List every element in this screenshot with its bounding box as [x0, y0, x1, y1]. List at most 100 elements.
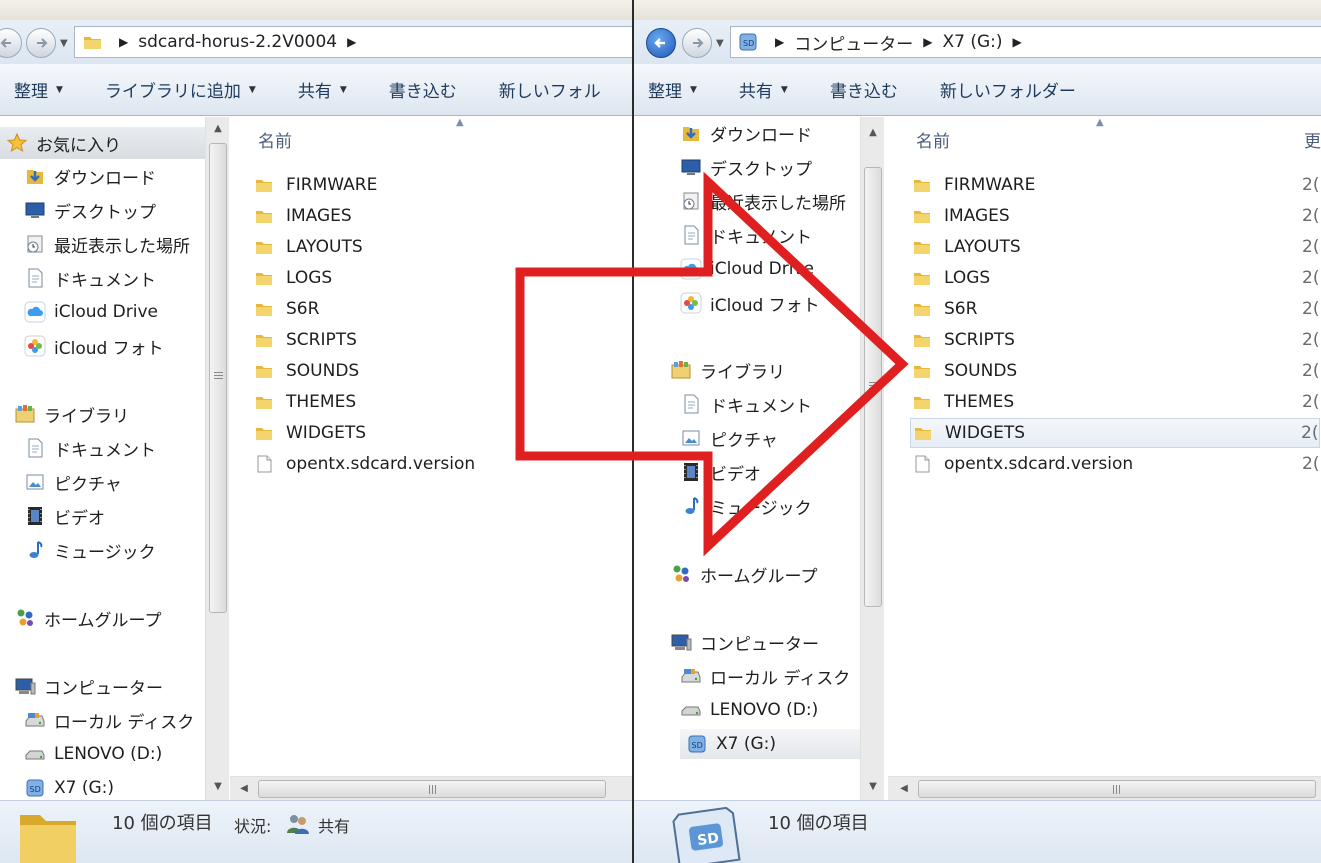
dropdown-caret-icon: ▼: [56, 84, 63, 95]
nav-favorites[interactable]: お気に入り: [0, 127, 205, 159]
nav-favorite-item[interactable]: ドキュメント: [680, 220, 812, 250]
toolbar-button[interactable]: 新しいフォルダー: [940, 77, 1076, 102]
nav-library-item[interactable]: ミュージック: [680, 491, 812, 521]
address-field[interactable]: ▶ sdcard-horus-2.2V0004 ▶: [74, 26, 632, 58]
recent-pages-dropdown[interactable]: ▼: [716, 38, 724, 49]
file-item[interactable]: opentx.sdcard.version: [254, 449, 475, 479]
nav-computer-item[interactable]: LENOVO (D:): [24, 739, 162, 769]
column-header-date[interactable]: 更: [1304, 127, 1321, 152]
toolbar-button-label: 整理: [648, 82, 682, 102]
scroll-down-arrow-icon[interactable]: ▼: [206, 777, 230, 797]
folder-item[interactable]: LOGS: [254, 263, 332, 293]
breadcrumb-item[interactable]: X7 (G:): [942, 32, 1002, 52]
scrollbar-thumb[interactable]: [918, 780, 1316, 798]
nav-computer[interactable]: コンピューター: [670, 627, 819, 657]
scrollbar-thumb[interactable]: [209, 143, 227, 613]
nav-library-item[interactable]: ミュージック: [24, 535, 156, 565]
breadcrumb-separator-icon[interactable]: ▶: [119, 35, 128, 49]
toolbar-button[interactable]: 整理 ▼: [648, 77, 697, 102]
nav-item-label: iCloud フォト: [710, 295, 820, 316]
nav-library-item[interactable]: ピクチャ: [680, 423, 778, 453]
nav-library-item[interactable]: ドキュメント: [24, 433, 156, 463]
folder-item[interactable]: SOUNDS 2(: [912, 356, 1319, 386]
folder-item[interactable]: FIRMWARE 2(: [912, 170, 1319, 200]
address-field[interactable]: SD ▶ コンピューター ▶ X7 (G:) ▶: [730, 26, 1321, 58]
folder-item[interactable]: THEMES: [254, 387, 356, 417]
nav-favorite-item[interactable]: iCloud フォト: [24, 331, 164, 361]
nav-favorite-item[interactable]: 最近表示した場所: [24, 229, 190, 259]
recent-pages-dropdown[interactable]: ▼: [60, 38, 68, 49]
file-list-horizontal-scrollbar[interactable]: ◀: [888, 776, 1321, 800]
nav-favorite-item[interactable]: iCloud Drive: [24, 297, 158, 327]
nav-computer-item[interactable]: LENOVO (D:): [680, 695, 818, 725]
breadcrumb-separator-icon[interactable]: ▶: [347, 35, 356, 49]
toolbar-button-label: ライブラリに追加: [104, 82, 241, 102]
nav-computer[interactable]: コンピューター: [14, 671, 163, 701]
breadcrumb-separator-icon[interactable]: ▶: [775, 35, 784, 49]
folder-item[interactable]: SCRIPTS 2(: [912, 325, 1319, 355]
nav-homegroup[interactable]: ホームグループ: [14, 603, 161, 633]
file-list-horizontal-scrollbar[interactable]: ◀: [230, 776, 632, 800]
nav-favorite-item[interactable]: iCloud Drive: [680, 254, 814, 284]
file-item[interactable]: opentx.sdcard.version 2(: [912, 449, 1319, 479]
column-header-name[interactable]: 名前: [916, 127, 950, 152]
breadcrumb-item[interactable]: sdcard-horus-2.2V0004: [138, 32, 337, 52]
folder-item[interactable]: WIDGETS 2(: [910, 418, 1320, 448]
nav-favorite-item[interactable]: ダウンロード: [24, 161, 156, 191]
scroll-left-arrow-icon[interactable]: ◀: [894, 777, 914, 801]
toolbar-button[interactable]: 共有 ▼: [739, 77, 788, 102]
scrollbar-thumb[interactable]: [864, 167, 882, 607]
nav-favorite-item[interactable]: iCloud フォト: [680, 288, 820, 318]
folder-item[interactable]: SCRIPTS: [254, 325, 357, 355]
nav-favorite-item[interactable]: デスクトップ: [24, 195, 156, 225]
nav-favorite-item[interactable]: デスクトップ: [680, 152, 812, 182]
nav-favorite-item[interactable]: ドキュメント: [24, 263, 156, 293]
toolbar-button[interactable]: 書き込む: [389, 77, 457, 102]
nav-favorite-item[interactable]: 最近表示した場所: [680, 186, 846, 216]
scroll-up-arrow-icon[interactable]: ▲: [206, 119, 230, 139]
nav-library-item[interactable]: ピクチャ: [24, 467, 122, 497]
nav-computer-item[interactable]: SD X7 (G:): [24, 773, 114, 800]
folder-item[interactable]: LOGS 2(: [912, 263, 1319, 293]
nav-libraries[interactable]: ライブラリ: [670, 355, 785, 385]
nav-computer-item[interactable]: ローカル ディスク: [24, 705, 194, 735]
back-button[interactable]: [646, 28, 676, 58]
nav-pane-vertical-scrollbar[interactable]: ▲ ▼: [205, 117, 229, 800]
toolbar-button[interactable]: 書き込む: [830, 77, 898, 102]
folder-item[interactable]: IMAGES: [254, 201, 352, 231]
nav-computer-item[interactable]: ローカル ディスク: [680, 661, 850, 691]
scroll-up-arrow-icon[interactable]: ▲: [861, 123, 885, 143]
folder-item[interactable]: S6R 2(: [912, 294, 1319, 324]
folder-item[interactable]: THEMES 2(: [912, 387, 1319, 417]
forward-button[interactable]: [26, 28, 56, 58]
nav-computer-item[interactable]: SD X7 (G:): [680, 729, 870, 759]
toolbar-button[interactable]: ライブラリに追加 ▼: [105, 77, 256, 102]
folder-item[interactable]: WIDGETS: [254, 418, 366, 448]
folder-item[interactable]: S6R: [254, 294, 319, 324]
nav-library-item[interactable]: ビデオ: [24, 501, 105, 531]
back-button[interactable]: [0, 28, 22, 58]
nav-libraries[interactable]: ライブラリ: [14, 399, 129, 429]
forward-button[interactable]: [682, 28, 712, 58]
toolbar-button[interactable]: 共有 ▼: [298, 77, 347, 102]
breadcrumb-separator-icon[interactable]: ▶: [923, 35, 932, 49]
folder-item[interactable]: LAYOUTS 2(: [912, 232, 1319, 262]
column-header-name[interactable]: 名前: [258, 127, 292, 152]
folder-item[interactable]: SOUNDS: [254, 356, 359, 386]
toolbar-button[interactable]: 整理 ▼: [14, 77, 63, 102]
folder-item[interactable]: IMAGES 2(: [912, 201, 1319, 231]
scroll-down-arrow-icon[interactable]: ▼: [861, 777, 885, 797]
nav-library-item[interactable]: ドキュメント: [680, 389, 812, 419]
nav-favorite-item[interactable]: ダウンロード: [680, 118, 812, 148]
scrollbar-thumb[interactable]: [258, 780, 606, 798]
folder-item[interactable]: FIRMWARE: [254, 170, 377, 200]
folder-item[interactable]: LAYOUTS: [254, 232, 363, 262]
breadcrumb-separator-icon[interactable]: ▶: [1013, 35, 1022, 49]
scroll-left-arrow-icon[interactable]: ◀: [234, 777, 254, 801]
nav-homegroup[interactable]: ホームグループ: [670, 559, 817, 589]
toolbar-button[interactable]: 新しいフォル: [499, 77, 601, 102]
folder-icon: [912, 361, 932, 381]
breadcrumb-item[interactable]: コンピューター: [794, 30, 913, 55]
nav-pane-vertical-scrollbar[interactable]: ▲ ▼: [860, 117, 884, 800]
nav-library-item[interactable]: ビデオ: [680, 457, 761, 487]
